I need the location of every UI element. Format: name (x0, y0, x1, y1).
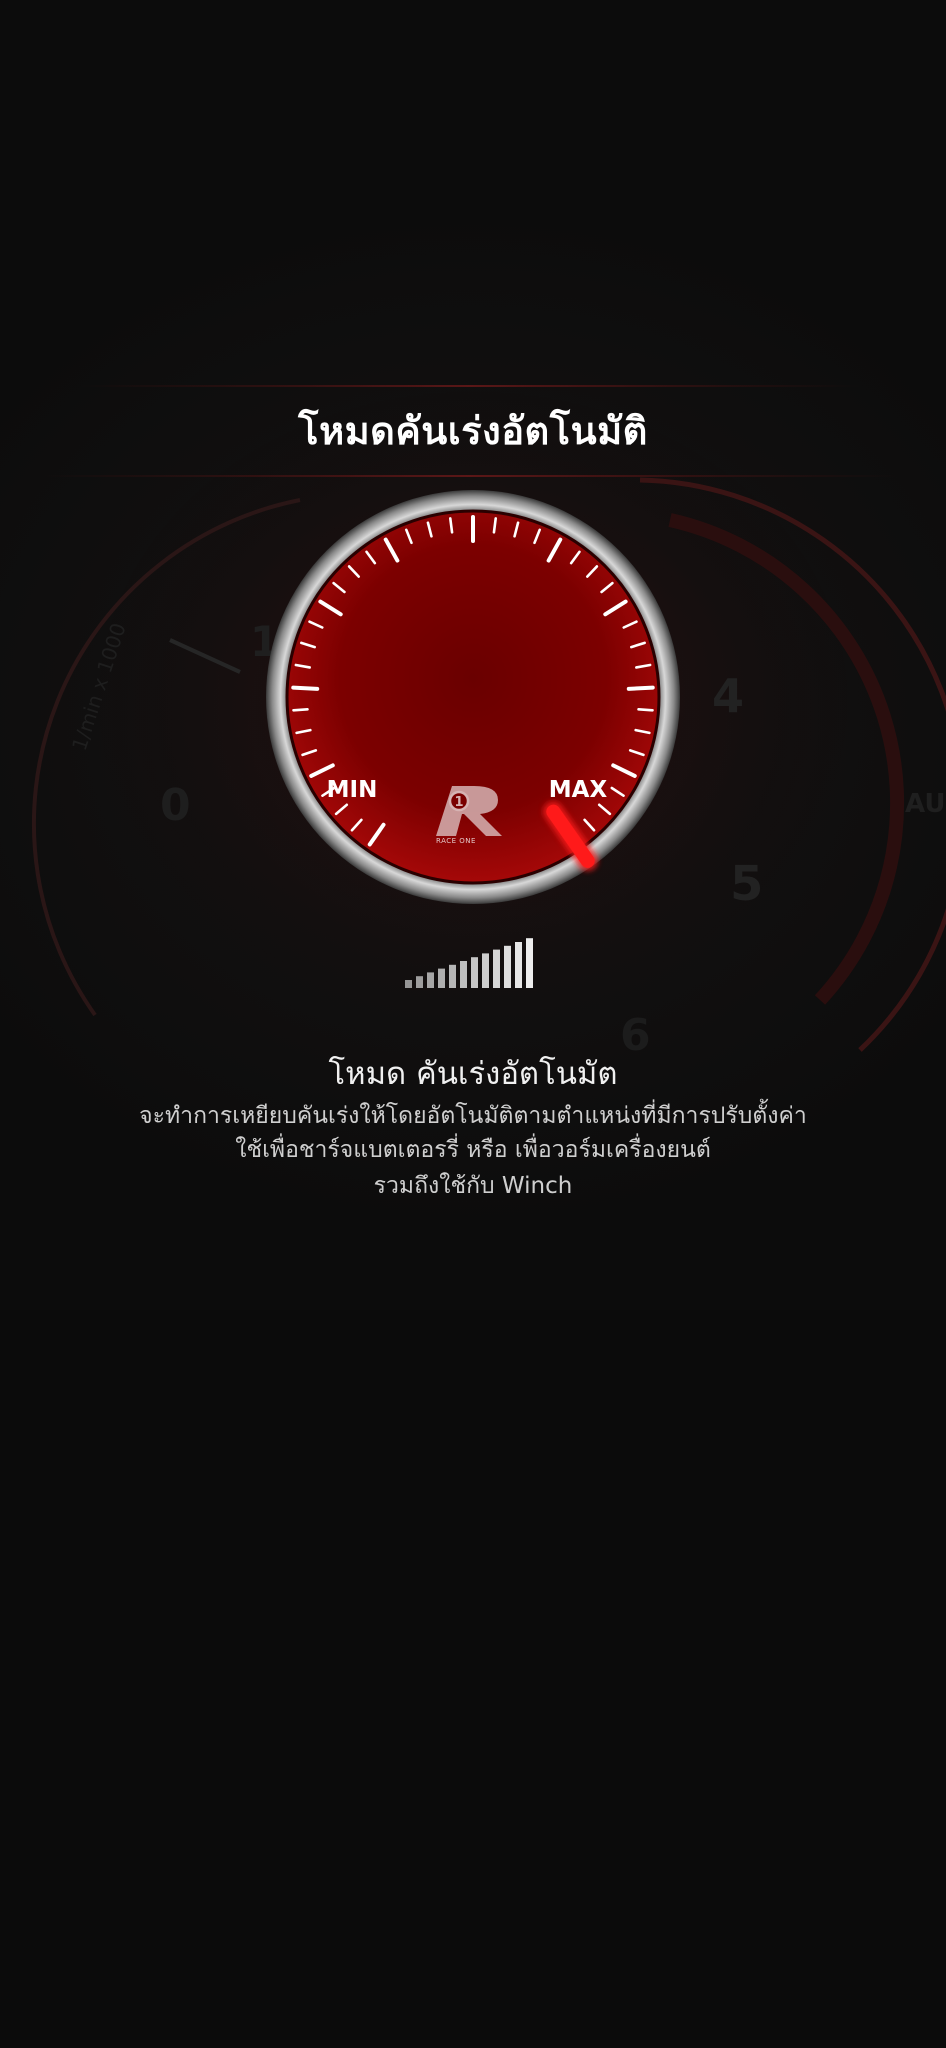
signal-bar (504, 945, 511, 988)
signal-bar (471, 957, 478, 988)
signal-bar (515, 942, 522, 988)
gauge-max-label: MAX (549, 777, 608, 803)
description-line: ใช้เพื่อชาร์จแบตเตอรรี่ หรือ เพื่อวอร์มเ… (235, 1137, 711, 1163)
signal-bar (405, 980, 412, 988)
description-line: จะทำการเหยียบคันเร่งให้โดยอัตโนมัติตามตำ… (139, 1103, 807, 1129)
signal-bar (482, 953, 489, 988)
gauge-tick (292, 708, 309, 712)
logo-one-glyph: 1 (454, 795, 463, 810)
gauge-face (287, 511, 659, 883)
signal-bar (526, 938, 533, 988)
signal-bar (416, 976, 423, 988)
description-heading: โหมด คันเร่งอัตโนมัต (328, 1056, 618, 1092)
signal-bar (427, 972, 434, 988)
logo-text: RACE ONE (436, 837, 476, 845)
signal-bar (438, 968, 445, 988)
gauge-tick (448, 517, 454, 534)
gauge-min-label: MIN (327, 777, 378, 803)
description-line: รวมถึงใช้กับ Winch (373, 1173, 573, 1199)
signal-bar (493, 949, 500, 988)
signal-bar (460, 961, 467, 988)
gauge-tick (492, 517, 498, 534)
screen: 1 0 4 5 6 1/min x 1000 AU โหมดคันเร่งอัต… (0, 0, 946, 2048)
signal-strength-icon (405, 938, 533, 988)
gauge-tick (291, 685, 320, 691)
gauge-tick (626, 685, 655, 691)
signal-bar (449, 964, 456, 988)
gauge-tick (637, 708, 654, 712)
